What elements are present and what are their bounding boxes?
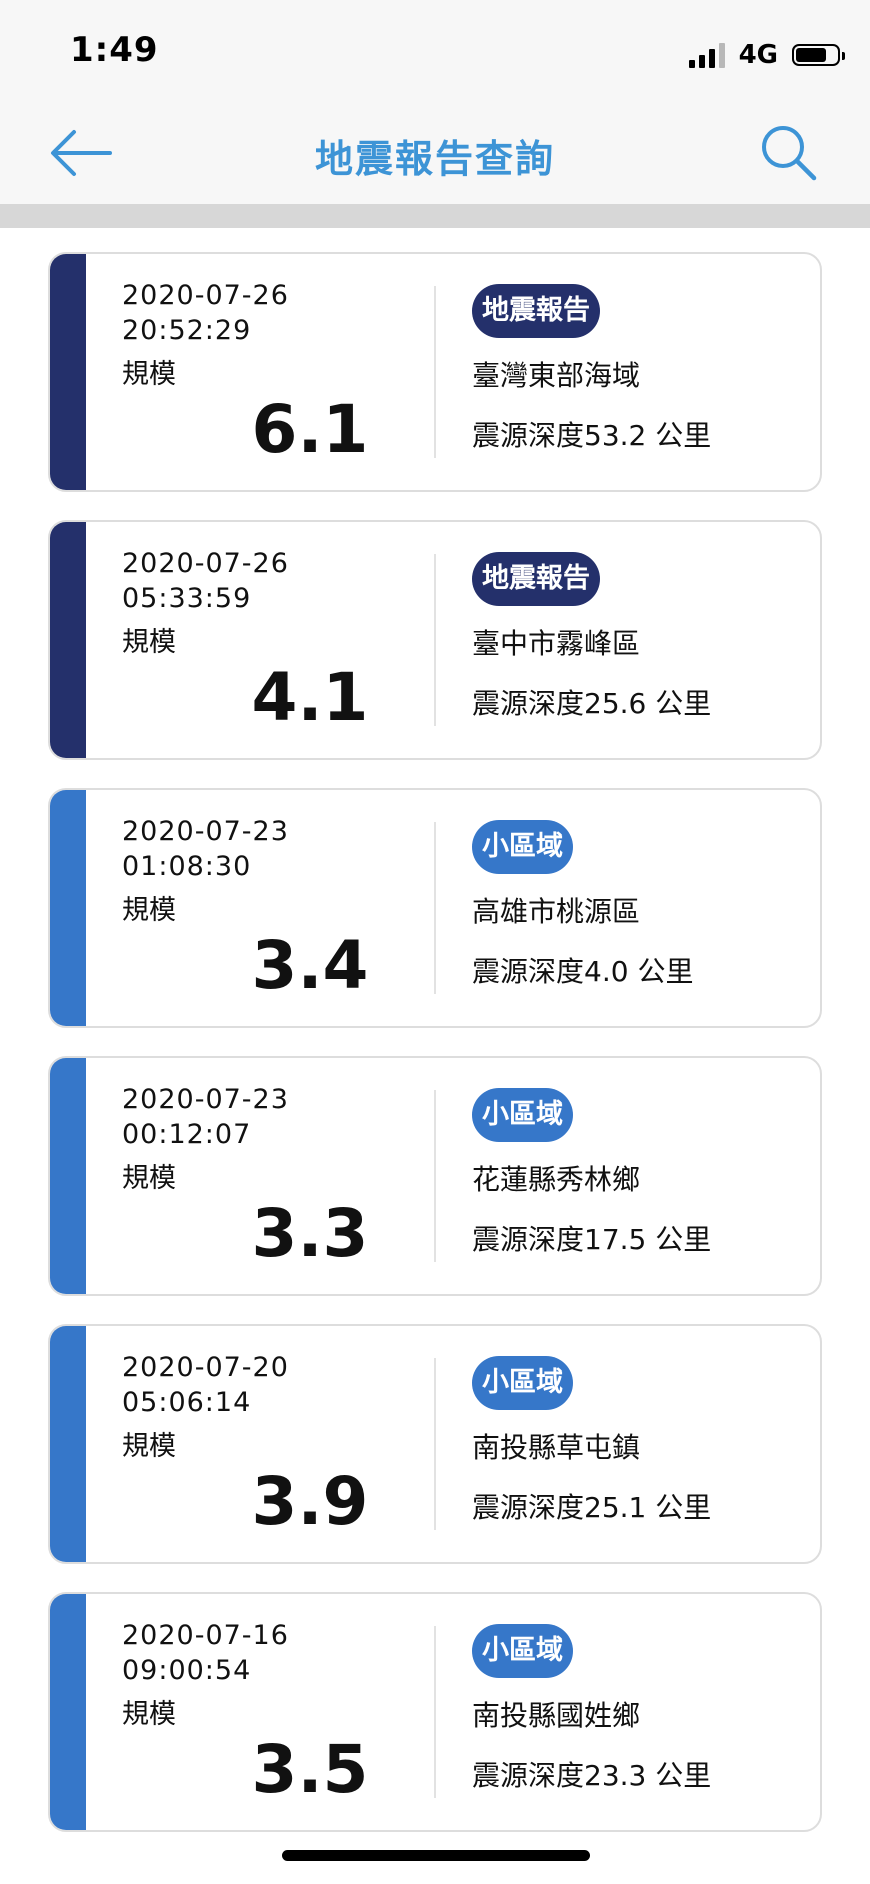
earthquake-report-list: 2020-07-26 20:52:29 規模 6.1 地震報告 臺灣東部海域 震… [48, 252, 822, 1860]
magnitude-value: 4.1 [251, 659, 369, 736]
depth-unit: 公里 [637, 955, 694, 988]
magnitude-label: 規模 [122, 1163, 176, 1194]
page-title: 地震報告查詢 [314, 137, 555, 181]
report-date: 2020-07-26 [122, 548, 289, 579]
depth-label: 震源深度 [472, 1223, 585, 1256]
epicenter-location: 花蓮縣秀林鄉 [472, 1163, 641, 1196]
earthquake-report-card[interactable]: 2020-07-23 00:12:07 規模 3.3 小區域 花蓮縣秀林鄉 震源… [48, 1056, 822, 1296]
depth-value: 4.0 [584, 955, 629, 988]
card-divider [434, 822, 436, 994]
report-datetime: 2020-07-20 05:06:14 [122, 1350, 289, 1420]
report-datetime: 2020-07-16 09:00:54 [122, 1618, 289, 1688]
depth-unit: 公里 [655, 687, 712, 720]
header-divider [0, 204, 870, 228]
status-indicators: 4G [688, 40, 845, 70]
report-type-badge: 小區域 [472, 820, 573, 874]
report-datetime: 2020-07-23 01:08:30 [122, 814, 289, 884]
depth-unit: 公里 [655, 419, 712, 452]
card-accent-bar [50, 1058, 86, 1294]
magnitude-value: 6.1 [251, 391, 369, 468]
navigation-bar: 地震報告查詢 [0, 100, 870, 204]
card-accent-bar [50, 1326, 86, 1562]
report-time: 20:52:29 [122, 315, 252, 346]
report-type-badge: 小區域 [472, 1356, 573, 1410]
magnitude-label: 規模 [122, 1431, 176, 1462]
depth-unit: 公里 [655, 1759, 712, 1792]
report-type-badge: 小區域 [472, 1624, 573, 1678]
report-datetime: 2020-07-23 00:12:07 [122, 1082, 289, 1152]
depth-label: 震源深度 [472, 1491, 585, 1524]
report-datetime: 2020-07-26 05:33:59 [122, 546, 289, 616]
magnitude-value: 3.5 [251, 1731, 369, 1808]
earthquake-report-card[interactable]: 2020-07-26 05:33:59 規模 4.1 地震報告 臺中市霧峰區 震… [48, 520, 822, 760]
card-accent-bar [50, 790, 86, 1026]
depth-value: 53.2 [584, 419, 647, 452]
report-datetime: 2020-07-26 20:52:29 [122, 278, 289, 348]
depth-value: 17.5 [584, 1223, 647, 1256]
depth-label: 震源深度 [472, 687, 585, 720]
report-date: 2020-07-20 [122, 1352, 289, 1383]
epicenter-location: 南投縣國姓鄉 [472, 1699, 641, 1732]
report-date: 2020-07-23 [122, 816, 289, 847]
depth-label: 震源深度 [472, 1759, 585, 1792]
card-divider [434, 286, 436, 458]
magnitude-value: 3.4 [251, 927, 369, 1004]
magnitude-label: 規模 [122, 359, 176, 390]
report-time: 00:12:07 [122, 1119, 252, 1150]
card-accent-bar [50, 254, 86, 490]
battery-icon [792, 44, 845, 66]
earthquake-report-card[interactable]: 2020-07-20 05:06:14 規模 3.9 小區域 南投縣草屯鎮 震源… [48, 1324, 822, 1564]
focal-depth: 震源深度25.6 公里 [472, 682, 711, 722]
card-divider [434, 1358, 436, 1530]
card-accent-bar [50, 522, 86, 758]
search-button[interactable] [758, 122, 820, 184]
depth-label: 震源深度 [472, 955, 585, 988]
depth-unit: 公里 [655, 1491, 712, 1524]
cellular-signal-icon [688, 42, 725, 68]
epicenter-location: 臺灣東部海域 [472, 359, 641, 392]
card-divider [434, 554, 436, 726]
report-type-badge: 小區域 [472, 1088, 573, 1142]
depth-label: 震源深度 [472, 419, 585, 452]
report-date: 2020-07-16 [122, 1620, 289, 1651]
depth-value: 25.1 [584, 1491, 647, 1524]
report-time: 05:06:14 [122, 1387, 252, 1418]
magnitude-label: 規模 [122, 627, 176, 658]
card-accent-bar [50, 1594, 86, 1830]
report-time: 01:08:30 [122, 851, 252, 882]
earthquake-report-card[interactable]: 2020-07-23 01:08:30 規模 3.4 小區域 高雄市桃源區 震源… [48, 788, 822, 1028]
report-date: 2020-07-26 [122, 280, 289, 311]
report-time: 09:00:54 [122, 1655, 252, 1686]
magnitude-value: 3.9 [251, 1463, 369, 1540]
magnitude-label: 規模 [122, 895, 176, 926]
depth-unit: 公里 [655, 1223, 712, 1256]
card-divider [434, 1090, 436, 1262]
depth-value: 25.6 [584, 687, 647, 720]
epicenter-location: 臺中市霧峰區 [472, 627, 641, 660]
search-icon [762, 126, 817, 181]
epicenter-location: 南投縣草屯鎮 [472, 1431, 641, 1464]
depth-value: 23.3 [584, 1759, 647, 1792]
report-type-badge: 地震報告 [472, 552, 600, 606]
focal-depth: 震源深度25.1 公里 [472, 1486, 711, 1526]
network-type: 4G [738, 40, 778, 70]
magnitude-value: 3.3 [251, 1195, 369, 1272]
focal-depth: 震源深度23.3 公里 [472, 1754, 711, 1794]
magnitude-label: 規模 [122, 1699, 176, 1730]
earthquake-report-card[interactable]: 2020-07-26 20:52:29 規模 6.1 地震報告 臺灣東部海域 震… [48, 252, 822, 492]
card-divider [434, 1626, 436, 1798]
report-date: 2020-07-23 [122, 1084, 289, 1115]
status-bar: 1:49 4G [0, 0, 870, 100]
earthquake-report-card[interactable]: 2020-07-16 09:00:54 規模 3.5 小區域 南投縣國姓鄉 震源… [48, 1592, 822, 1832]
focal-depth: 震源深度4.0 公里 [472, 950, 693, 990]
focal-depth: 震源深度17.5 公里 [472, 1218, 711, 1258]
focal-depth: 震源深度53.2 公里 [472, 414, 711, 454]
report-time: 05:33:59 [122, 583, 252, 614]
status-time: 1:49 [70, 30, 159, 70]
report-type-badge: 地震報告 [472, 284, 600, 338]
epicenter-location: 高雄市桃源區 [472, 895, 641, 928]
home-indicator [282, 1850, 590, 1861]
